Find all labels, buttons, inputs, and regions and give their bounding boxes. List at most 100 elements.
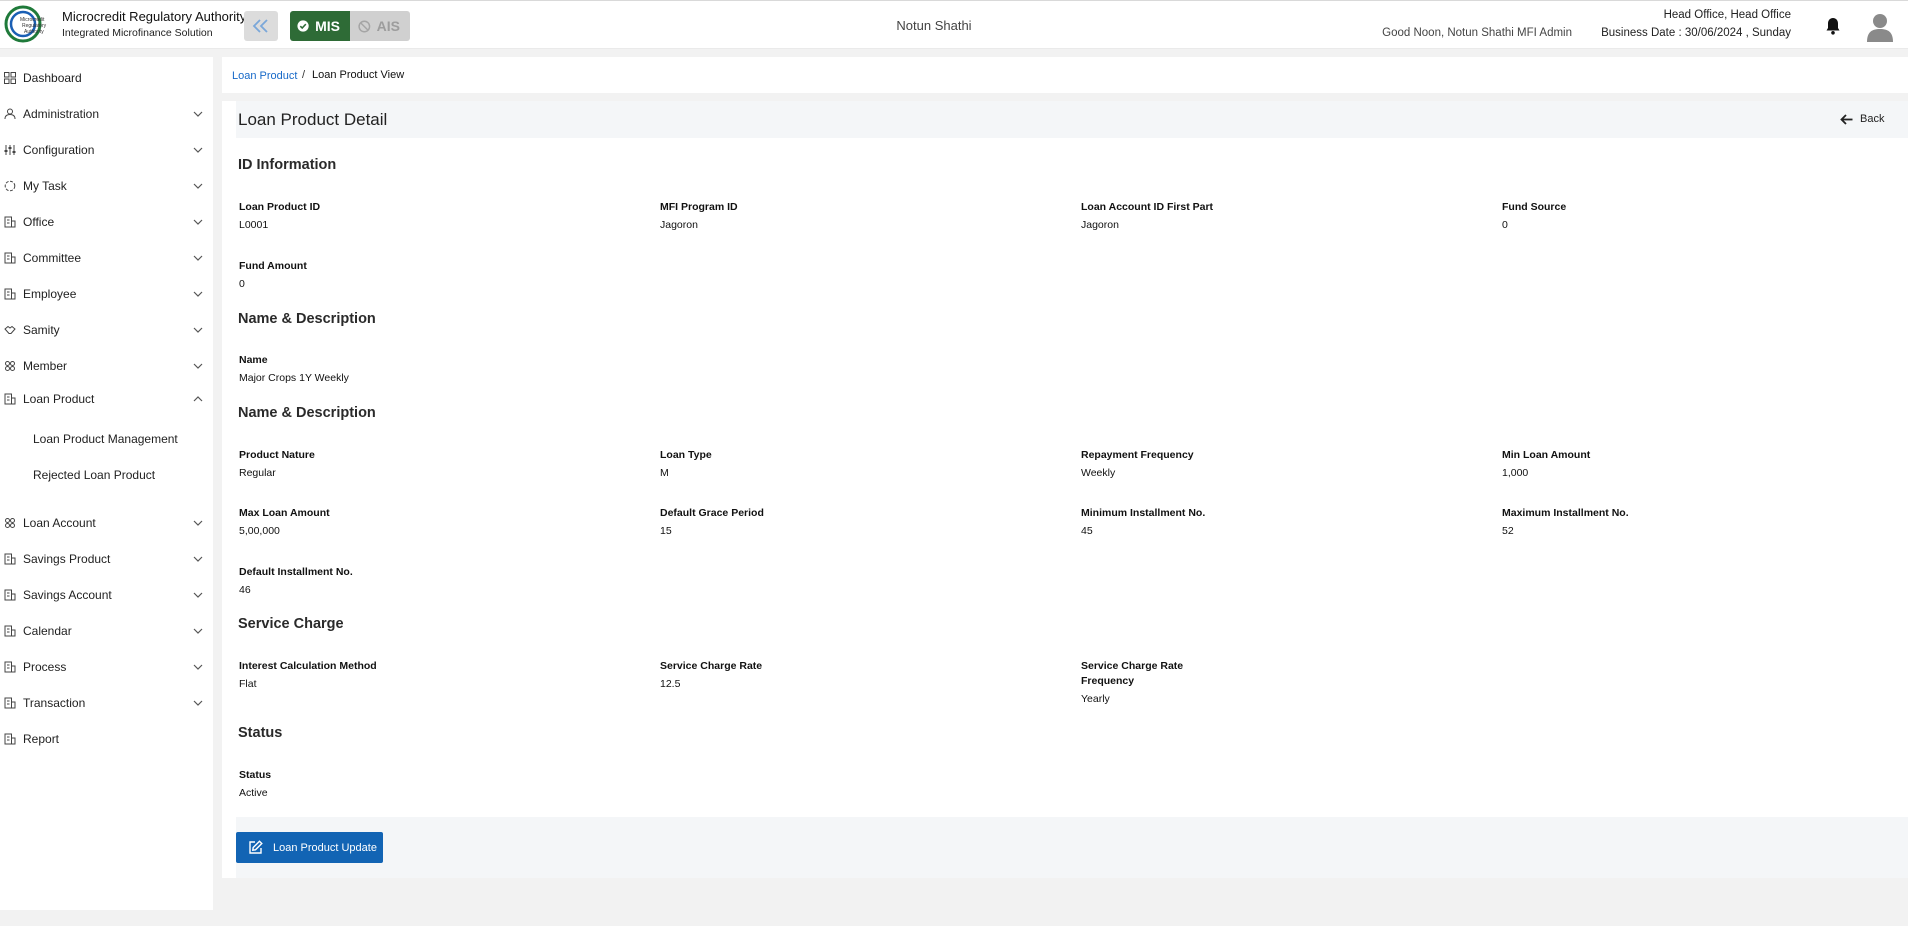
service-charge-rate-frequency-label: Service Charge Rate xyxy=(1081,660,1184,672)
office-name: Head Office, Head Office xyxy=(1663,9,1791,21)
sidebar-item-label: Samity xyxy=(23,323,60,337)
sidebar-item-label: Transaction xyxy=(23,696,86,710)
back-label: Back xyxy=(1860,113,1885,125)
chevron-down-icon xyxy=(193,219,203,225)
sliders-icon xyxy=(4,145,16,155)
sidebar-item-label: Office xyxy=(23,215,55,229)
update-button-label: Loan Product Update xyxy=(273,841,377,854)
detail-footer-bar xyxy=(236,817,1908,878)
default-grace-period-value: 15 xyxy=(660,525,672,537)
sidebar-item-dashboard[interactable]: Dashboard xyxy=(0,63,213,93)
sidebar-item-employee[interactable]: Employee xyxy=(0,279,213,309)
mfi-program-id-label: MFI Program ID xyxy=(660,201,738,213)
chevron-down-icon xyxy=(193,327,203,333)
product-nature-value: Regular xyxy=(239,467,276,479)
loan-product-update-button[interactable]: Loan Product Update xyxy=(236,832,383,863)
loan-account-id-first-part-value: Jagoron xyxy=(1081,219,1119,231)
building-icon xyxy=(4,589,16,601)
sidebar-item-label: Calendar xyxy=(23,624,72,638)
sidebar-item-label: My Task xyxy=(23,179,67,193)
chevron-down-icon xyxy=(193,183,203,189)
chevron-up-icon xyxy=(193,396,203,402)
status-label: Status xyxy=(239,769,272,781)
loan-product-id-value: L0001 xyxy=(239,219,269,231)
sidebar-item-loan-account[interactable]: Loan Account xyxy=(0,508,213,538)
back-button[interactable]: Back xyxy=(1840,113,1884,125)
business-date: Business Date : 30/06/2024 , Sunday xyxy=(1601,27,1791,39)
sidebar-item-member[interactable]: Member xyxy=(0,351,213,381)
chevron-down-icon xyxy=(193,556,203,562)
chevron-down-icon xyxy=(193,628,203,634)
repayment-frequency-label: Repayment Frequency xyxy=(1081,449,1194,461)
section-name-description: Name & Description xyxy=(238,311,376,327)
minimum-installment-no-label: Minimum Installment No. xyxy=(1081,507,1206,519)
chevron-down-icon xyxy=(193,520,203,526)
sidebar: Dashboard Administration Configuration M… xyxy=(0,57,213,910)
sidebar-item-process[interactable]: Process xyxy=(0,652,213,682)
breadcrumb: Loan Product / Loan Product View xyxy=(222,57,1908,93)
loan-product-detail-panel: Loan Product Detail Back ID Information … xyxy=(222,101,1908,878)
building-icon xyxy=(4,216,16,228)
section-status: Status xyxy=(238,725,283,741)
sidebar-item-label: Committee xyxy=(23,251,82,265)
user-greeting: Good Noon, Notun Shathi MFI Admin xyxy=(1382,27,1572,39)
min-loan-amount-label: Min Loan Amount xyxy=(1502,449,1591,461)
building-icon xyxy=(4,661,16,673)
max-loan-amount-value: 5,00,000 xyxy=(239,525,280,537)
interest-calculation-method-label: Interest Calculation Method xyxy=(239,660,377,672)
mfi-program-id-value: Jagoron xyxy=(660,219,698,231)
building-icon xyxy=(4,625,16,637)
chevron-down-icon xyxy=(193,592,203,598)
sidebar-item-administration[interactable]: Administration xyxy=(0,99,213,129)
chevron-down-icon xyxy=(193,700,203,706)
breadcrumb-link-loan-product[interactable]: Loan Product xyxy=(232,70,297,82)
sidebar-item-transaction[interactable]: Transaction xyxy=(0,688,213,718)
chevron-down-icon xyxy=(193,664,203,670)
service-charge-rate-frequency-label-2: Frequency xyxy=(1081,675,1135,687)
chevron-down-icon xyxy=(193,255,203,261)
notification-bell-icon[interactable] xyxy=(1825,17,1841,35)
fund-amount-label: Fund Amount xyxy=(239,260,307,272)
section-service-charge: Service Charge xyxy=(238,616,344,632)
organization-name: Notun Shathi xyxy=(896,18,972,33)
user-avatar-icon[interactable] xyxy=(1866,12,1894,42)
maximum-installment-no-value: 52 xyxy=(1502,525,1514,537)
sidebar-item-label: Administration xyxy=(23,107,100,121)
sidebar-item-report[interactable]: Report xyxy=(0,724,213,754)
page-title: Loan Product Detail xyxy=(238,110,388,129)
breadcrumb-separator: / xyxy=(302,69,306,81)
sidebar-item-configuration[interactable]: Configuration xyxy=(0,135,213,165)
handshake-icon xyxy=(4,325,16,334)
sidebar-item-my-task[interactable]: My Task xyxy=(0,171,213,201)
section-id-information: ID Information xyxy=(238,157,337,173)
sidebar-item-label: Savings Account xyxy=(23,588,112,602)
loan-type-label: Loan Type xyxy=(660,449,712,461)
sidebar-item-savings-account[interactable]: Savings Account xyxy=(0,580,213,610)
sidebar-subitem-loan-product-management[interactable]: Loan Product Management xyxy=(33,432,178,446)
sidebar-subitem-rejected-loan-product[interactable]: Rejected Loan Product xyxy=(33,468,155,482)
loan-product-id-label: Loan Product ID xyxy=(239,201,321,213)
loan-type-value: M xyxy=(660,467,669,479)
fund-source-label: Fund Source xyxy=(1502,201,1567,213)
default-grace-period-label: Default Grace Period xyxy=(660,507,764,519)
chevron-down-icon xyxy=(193,147,203,153)
name-value: Major Crops 1Y Weekly xyxy=(239,372,349,384)
sidebar-item-label: Loan Product xyxy=(23,392,95,406)
sidebar-item-calendar[interactable]: Calendar xyxy=(0,616,213,646)
max-loan-amount-label: Max Loan Amount xyxy=(239,507,330,519)
sidebar-item-label: Dashboard xyxy=(23,71,82,85)
service-charge-rate-label: Service Charge Rate xyxy=(660,660,763,672)
sidebar-item-office[interactable]: Office xyxy=(0,207,213,237)
sidebar-item-samity[interactable]: Samity xyxy=(0,315,213,345)
service-charge-rate-value: 12.5 xyxy=(660,678,681,690)
sidebar-item-label: Process xyxy=(23,660,67,674)
sidebar-item-committee[interactable]: Committee xyxy=(0,243,213,273)
chevron-down-icon xyxy=(193,291,203,297)
sidebar-item-label: Member xyxy=(23,359,68,373)
default-installment-no-value: 46 xyxy=(239,584,251,596)
sidebar-item-loan-product[interactable]: Loan Product xyxy=(0,384,213,414)
building-icon xyxy=(4,393,16,405)
detail-title-bar: Loan Product Detail Back xyxy=(236,101,1908,138)
min-loan-amount-value: 1,000 xyxy=(1502,467,1529,479)
sidebar-item-savings-product[interactable]: Savings Product xyxy=(0,544,213,574)
